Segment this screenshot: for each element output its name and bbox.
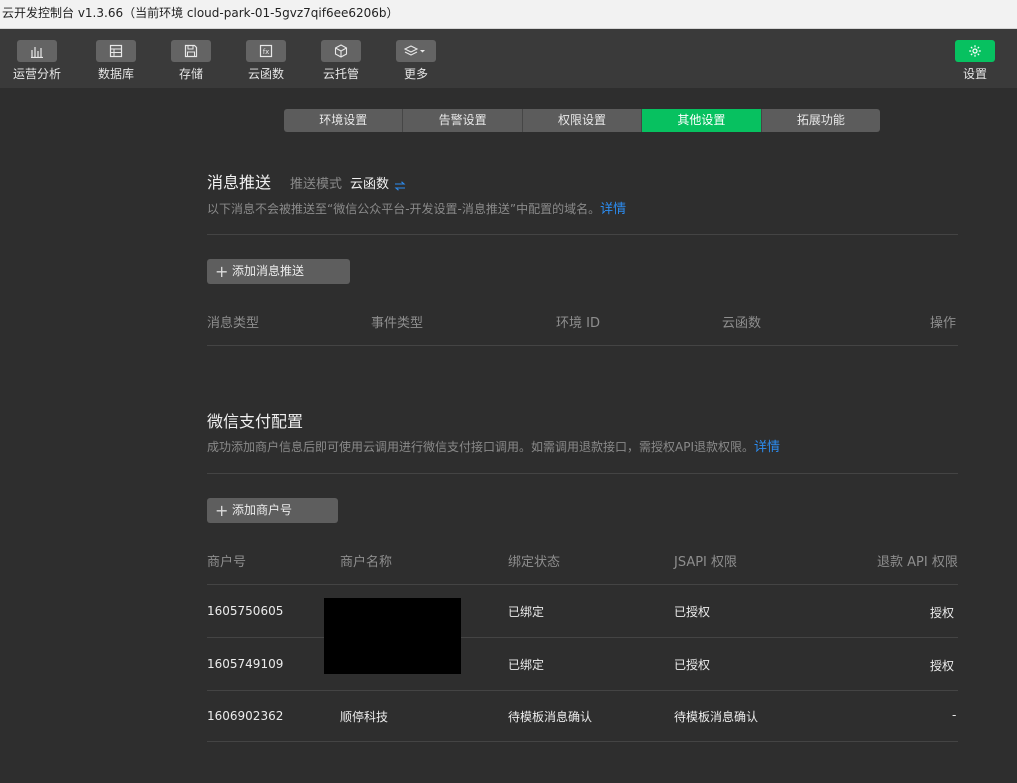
pay-column-header: 退款 API 权限 [877,555,958,570]
pay-column-header: 绑定状态 [508,555,561,570]
toolbar-item-database[interactable]: 数据库 [86,40,146,82]
pay-description-text: 成功添加商户信息后即可使用云调用进行微信支付接口调用。如需调用退款接口，需授权A… [207,440,754,454]
window-title: 云开发控制台 v1.3.66（当前环境 cloud-park-01-5gvz7q… [0,0,1017,29]
function-icon: fx [246,40,286,62]
toolbar-item-cloud-hosting[interactable]: 云托管 [311,40,371,82]
add-push-button-label: 添加消息推送 [232,264,305,278]
divider [207,690,958,691]
toolbar-label: 云托管 [322,67,359,81]
merchant-id: 1605750605 [207,604,284,618]
bind-status: 已绑定 [508,605,545,619]
pay-description: 成功添加商户信息后即可使用云调用进行微信支付接口调用。如需调用退款接口，需授权A… [207,436,780,455]
pay-section-title: 微信支付配置 [207,412,304,431]
bind-status: 已绑定 [508,658,545,672]
toolbar-item-functions[interactable]: fx 云函数 [236,40,296,82]
push-detail-link[interactable]: 详情 [600,202,626,217]
toolbar-item-more[interactable]: 更多 [386,40,446,82]
tab-env-settings[interactable]: 环境设置 [284,109,404,132]
storage-icon [171,40,211,62]
push-column-header: 操作 [930,316,957,331]
bar-chart-icon [17,40,57,62]
plus-icon: + [215,262,229,281]
toolbar-item-storage[interactable]: 存储 [161,40,221,82]
tab-permission-settings[interactable]: 权限设置 [523,109,643,132]
push-column-header: 云函数 [722,316,762,331]
pay-column-header: JSAPI 权限 [674,555,738,570]
pay-column-header: 商户号 [207,555,247,570]
toolbar-label: 云函数 [247,67,284,81]
divider [207,473,958,474]
swap-icon[interactable] [394,176,406,195]
toolbar: 运营分析 数据库 存储 fx 云函数 云托管 更多 设置 [0,29,1017,88]
divider [207,345,958,346]
merchant-name: 顺停科技 [340,710,389,724]
jsapi-permission: 已授权 [674,605,711,619]
merchant-id: 1606902362 [207,709,284,723]
add-merchant-button[interactable]: + 添加商户号 [207,498,338,523]
pay-column-header: 商户名称 [340,555,393,570]
toolbar-label: 更多 [403,67,428,81]
settings-tabs: 环境设置 告警设置 权限设置 其他设置 拓展功能 [284,109,880,132]
divider [207,234,958,235]
tab-other-settings[interactable]: 其他设置 [642,109,762,132]
toolbar-label: 运营分析 [12,67,61,81]
push-description-text: 以下消息不会被推送至“微信公众平台-开发设置-消息推送”中配置的域名。 [207,202,601,216]
tab-alert-settings[interactable]: 告警设置 [403,109,523,132]
layers-icon [396,40,436,62]
divider [207,741,958,742]
push-mode-value: 云函数 [350,177,390,192]
add-merchant-button-label: 添加商户号 [232,503,293,517]
divider [207,584,958,585]
push-mode-label: 推送模式 [290,177,343,192]
push-description: 以下消息不会被推送至“微信公众平台-开发设置-消息推送”中配置的域名。详情 [207,198,626,217]
tab-extensions[interactable]: 拓展功能 [762,109,880,132]
divider [207,637,958,638]
toolbar-item-settings[interactable]: 设置 [945,40,1005,82]
push-column-header: 消息类型 [207,316,260,331]
plus-icon: + [215,501,229,520]
refund-permission: - [952,708,957,722]
toolbar-label: 数据库 [97,67,134,81]
svg-text:fx: fx [263,48,270,56]
push-column-header: 事件类型 [371,316,424,331]
cube-icon [321,40,361,62]
push-section-title: 消息推送 [207,173,272,192]
toolbar-label: 存储 [178,67,203,81]
authorize-refund-link[interactable]: 授权 [930,604,954,621]
bind-status: 待模板消息确认 [508,710,593,724]
redacted-merchant-name [324,598,461,674]
push-column-header: 环境 ID [556,316,600,331]
toolbar-item-analytics[interactable]: 运营分析 [7,40,67,82]
jsapi-permission: 待模板消息确认 [674,710,759,724]
merchant-id: 1605749109 [207,657,284,671]
database-icon [96,40,136,62]
add-push-button[interactable]: + 添加消息推送 [207,259,350,284]
jsapi-permission: 已授权 [674,658,711,672]
authorize-refund-link[interactable]: 授权 [930,657,954,674]
toolbar-label: 设置 [962,67,987,81]
pay-detail-link[interactable]: 详情 [754,440,780,455]
gear-icon [955,40,995,62]
